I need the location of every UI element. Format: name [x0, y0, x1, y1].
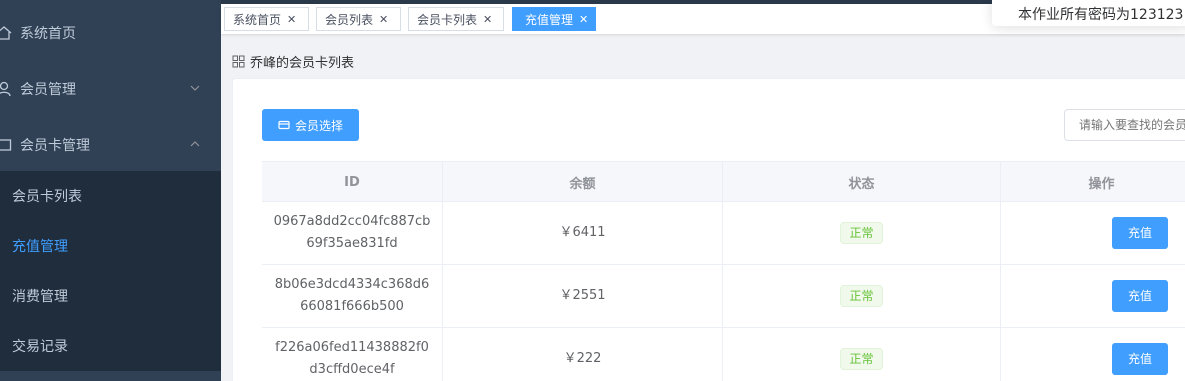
recharge-button[interactable]: 充值 — [1112, 280, 1168, 312]
table-row: 0967a8dd2cc04fc887cb69f35ae831fd ￥6411 正… — [262, 202, 1185, 265]
sidebar-item-home[interactable]: 系统首页 — [0, 8, 221, 58]
table-row: 8b06e3dcd4334c368d666081f666b500 ￥2551 正… — [262, 265, 1185, 328]
breadcrumb: 乔峰的会员卡列表 — [232, 53, 355, 71]
tab-recharge[interactable]: 充值管理 ✕ — [512, 7, 596, 31]
sidebar-item-label: 会员卡管理 — [20, 138, 90, 154]
tab-member-list[interactable]: 会员列表 ✕ — [316, 7, 401, 31]
sidebar-subitem-transactions[interactable]: 交易记录 — [0, 321, 221, 371]
card-id: 0967a8dd2cc04fc887cb69f35ae831fd — [273, 214, 431, 251]
close-icon[interactable]: ✕ — [287, 13, 296, 26]
recharge-button[interactable]: 充值 — [1112, 217, 1168, 249]
sidebar-subitem-label: 充值管理 — [12, 239, 68, 255]
close-icon[interactable]: ✕ — [379, 13, 388, 26]
sidebar-item-member-cards[interactable]: 会员卡管理 — [0, 120, 221, 170]
sidebar-subitem-label: 会员卡列表 — [12, 189, 82, 205]
status-cell: 正常 — [722, 328, 1000, 381]
status-badge: 正常 — [840, 222, 883, 244]
user-icon — [0, 81, 12, 97]
balance-cell: ￥6411 — [442, 202, 722, 264]
balance-cell: ￥222 — [442, 328, 722, 381]
grid-icon — [232, 55, 245, 68]
button-label: 会员选择 — [294, 118, 343, 133]
sidebar-item-label: 系统首页 — [20, 26, 76, 42]
tab-label: 系统首页 — [233, 12, 282, 27]
close-icon[interactable]: ✕ — [483, 13, 492, 26]
actions-cell: 充值 — [1000, 328, 1185, 381]
sidebar-item-label: 会员管理 — [20, 82, 76, 98]
status-badge: 正常 — [840, 348, 883, 370]
balance-cell: ￥2551 — [442, 265, 722, 327]
status-cell: 正常 — [722, 202, 1000, 264]
home-icon — [0, 25, 12, 41]
status-cell: 正常 — [722, 265, 1000, 327]
recharge-button[interactable]: 充值 — [1112, 343, 1168, 375]
id-cell: 8b06e3dcd4334c368d666081f666b500 — [262, 265, 442, 327]
sidebar-subitem-card-list[interactable]: 会员卡列表 — [0, 171, 221, 221]
table-header: ID 余额 状态 操作 — [262, 161, 1185, 202]
actions-cell: 充值 — [1000, 265, 1185, 327]
chevron-down-icon — [189, 82, 201, 94]
chevron-up-icon — [189, 138, 201, 150]
sidebar-item-members[interactable]: 会员管理 — [0, 64, 221, 114]
column-header-actions: 操作 — [1000, 162, 1185, 202]
notice-text: 本作业所有密码为123123 — [1018, 7, 1184, 23]
tab-label: 会员卡列表 — [417, 12, 478, 27]
column-header-id: ID — [344, 174, 360, 190]
sidebar-subitem-consumption[interactable]: 消费管理 — [0, 271, 221, 321]
tab-home[interactable]: 系统首页 ✕ — [224, 7, 309, 31]
sidebar-subitem-recharge[interactable]: 充值管理 — [0, 221, 221, 271]
id-cell: 0967a8dd2cc04fc887cb69f35ae831fd — [262, 202, 442, 264]
sidebar-subitem-label: 交易记录 — [12, 339, 68, 355]
actions-cell: 充值 — [1000, 202, 1185, 264]
select-member-button[interactable]: 会员选择 — [262, 109, 359, 141]
page-title: 乔峰的会员卡列表 — [250, 55, 355, 71]
sidebar: 系统首页 会员管理 会员卡管理 会员卡列表 充值管理 消费管理 交易记录 — [0, 0, 221, 381]
card-icon — [0, 137, 12, 153]
tab-label: 会员列表 — [325, 12, 374, 27]
tab-label: 充值管理 — [525, 12, 574, 27]
card-icon — [278, 119, 290, 131]
card-id: f226a06fed11438882f0d3cffd0ece4f — [275, 340, 429, 377]
column-header-balance: 余额 — [442, 162, 722, 202]
column-header-status: 状态 — [722, 162, 1000, 202]
status-badge: 正常 — [840, 285, 883, 307]
card-id: 8b06e3dcd4334c368d666081f666b500 — [274, 277, 430, 314]
tab-card-list[interactable]: 会员卡列表 ✕ — [408, 7, 504, 31]
sidebar-subitem-label: 消费管理 — [12, 289, 68, 305]
close-icon[interactable]: ✕ — [579, 13, 588, 26]
table-row: f226a06fed11438882f0d3cffd0ece4f ￥222 正常… — [262, 328, 1185, 381]
search-input[interactable] — [1064, 109, 1185, 141]
id-cell: f226a06fed11438882f0d3cffd0ece4f — [262, 328, 442, 381]
password-notice: 本作业所有密码为123123 — [992, 0, 1185, 26]
